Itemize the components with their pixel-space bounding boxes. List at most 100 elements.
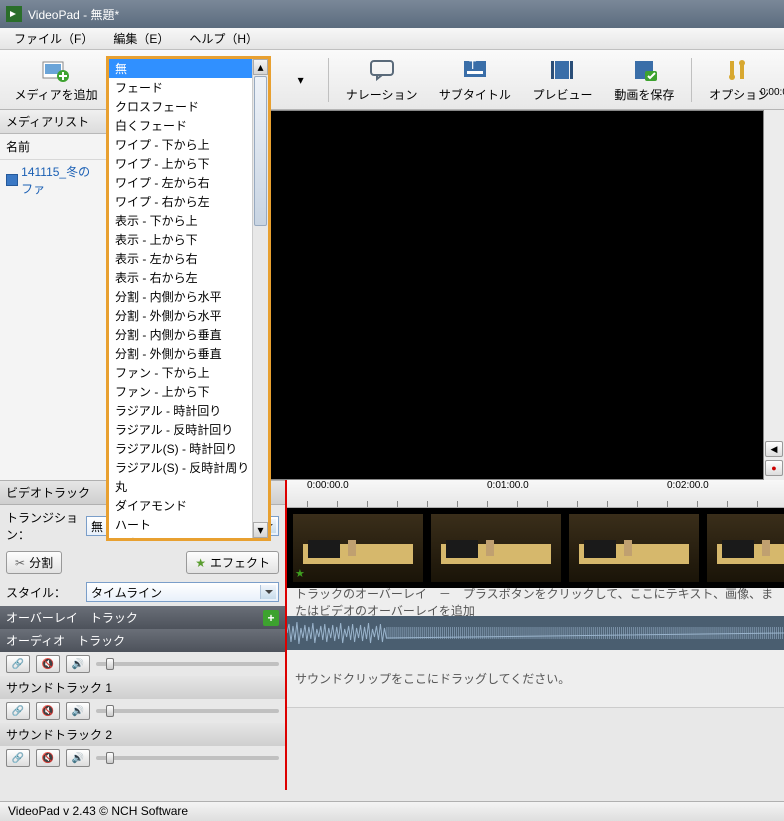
transition-option[interactable]: 表示 - 上から下: [109, 230, 252, 249]
volume-slider[interactable]: [96, 756, 279, 760]
add-media-icon: [40, 56, 72, 84]
transition-option[interactable]: ラジアル(S) - 時計回り: [109, 439, 252, 458]
app-icon: [6, 6, 22, 22]
video-clip-thumbnail[interactable]: [569, 514, 699, 582]
save-video-button[interactable]: 動画を保存: [605, 52, 683, 107]
scissors-icon: ✂: [15, 556, 25, 570]
overlay-track-lane[interactable]: トラックのオーバーレイ － プラスボタンをクリックして、ここにテキスト、画像、ま…: [287, 588, 784, 616]
tools-icon: [723, 56, 755, 84]
mute-button[interactable]: 🔇: [36, 655, 60, 673]
transition-option[interactable]: 分割 - 外側から垂直: [109, 344, 252, 363]
narration-button[interactable]: ナレーション: [337, 52, 426, 107]
mute-button[interactable]: 🔇: [36, 702, 60, 720]
effect-button[interactable]: ★ エフェクト: [186, 551, 279, 574]
video-clip-thumbnail[interactable]: [707, 514, 784, 582]
audio-track-controls: 🔗 🔇 🔊: [0, 652, 285, 676]
transition-option[interactable]: クロスフェード: [109, 97, 252, 116]
status-bar: VideoPad v 2.43 © NCH Software: [0, 801, 784, 821]
transition-option[interactable]: 分割 - 外側から水平: [109, 306, 252, 325]
video-clip-thumbnail[interactable]: [293, 514, 423, 582]
video-track-buttons: ✂ 分割 ★ エフェクト: [0, 547, 285, 578]
dropdown-scrollbar[interactable]: ▴ ▾: [252, 59, 268, 538]
preview-side-controls: 0:00:0 ◀ ●: [764, 110, 784, 480]
style-select[interactable]: タイムライン: [86, 582, 279, 602]
transition-option[interactable]: ファン - 上から下: [109, 382, 252, 401]
timeline-content: 0:00:00.0 0:01:00.0 0:02:00.0 トラックのオーバーレ…: [285, 480, 784, 790]
transition-option[interactable]: 表示 - 左から右: [109, 249, 252, 268]
menu-help[interactable]: ヘルプ（H）: [179, 28, 268, 49]
options-button[interactable]: オプション: [700, 52, 778, 107]
media-list-panel: メディアリスト 名前 141115_冬のファ: [0, 110, 107, 480]
volume-slider[interactable]: [96, 662, 279, 666]
record-button[interactable]: ●: [765, 460, 783, 476]
transition-dropdown-open: 無フェードクロスフェード白くフェードワイプ - 下から上ワイプ - 上から下ワイ…: [106, 56, 271, 541]
transition-option[interactable]: 分割 - 内側から水平: [109, 287, 252, 306]
save-check-icon: [628, 56, 660, 84]
prev-frame-button[interactable]: ◀: [765, 441, 783, 457]
mute-button[interactable]: 🔇: [36, 749, 60, 767]
media-item[interactable]: 141115_冬のファ: [0, 160, 106, 200]
transition-option[interactable]: 長方形: [109, 534, 252, 538]
overlay-track-header: オーバーレイ トラック +: [0, 606, 285, 629]
star-icon: ★: [195, 556, 206, 570]
transition-option[interactable]: ファン - 下から上: [109, 363, 252, 382]
ruler-tick-label: 0:01:00.0: [487, 480, 529, 491]
transition-option[interactable]: 白くフェード: [109, 116, 252, 135]
link-button[interactable]: 🔗: [6, 702, 30, 720]
sound-track-lane[interactable]: サウンドクリップをここにドラッグしてください。: [287, 650, 784, 708]
media-list-name-column[interactable]: 名前: [0, 134, 106, 160]
timeline-ruler[interactable]: 0:00:00.0 0:01:00.0 0:02:00.0: [287, 480, 784, 508]
split-button[interactable]: ✂ 分割: [6, 551, 62, 574]
transition-option[interactable]: フェード: [109, 78, 252, 97]
menu-file[interactable]: ファイル（F）: [4, 28, 103, 49]
toolbar-separator: [328, 58, 329, 102]
video-clip-thumbnail[interactable]: [431, 514, 561, 582]
video-file-icon: [6, 174, 18, 186]
transition-option[interactable]: ラジアル(S) - 反時計周り: [109, 458, 252, 477]
add-media-button[interactable]: メディアを追加: [6, 52, 106, 107]
video-track-lane[interactable]: [287, 508, 784, 588]
transition-option[interactable]: 分割 - 内側から垂直: [109, 325, 252, 344]
subtitle-button[interactable]: T サブタイトル: [430, 52, 519, 107]
transition-option[interactable]: ワイプ - 左から右: [109, 173, 252, 192]
transition-option[interactable]: 表示 - 下から上: [109, 211, 252, 230]
transition-label: トランジション：: [6, 509, 78, 543]
add-overlay-button[interactable]: +: [263, 610, 279, 626]
chevron-down-icon: [260, 585, 276, 599]
dropdown-chevron[interactable]: ▾: [281, 62, 320, 98]
preview-button[interactable]: プレビュー: [524, 52, 602, 107]
transition-option[interactable]: ワイプ - 上から下: [109, 154, 252, 173]
scroll-thumb[interactable]: [254, 76, 267, 226]
volume-slider[interactable]: [96, 709, 279, 713]
film-icon: [546, 56, 578, 84]
preview-end-time: 0:00:0: [756, 87, 784, 98]
window-title: VideoPad - 無題*: [28, 6, 119, 23]
transition-option[interactable]: 表示 - 右から左: [109, 268, 252, 287]
transition-option[interactable]: 丸: [109, 477, 252, 496]
style-label: スタイル：: [6, 584, 78, 601]
sound-track-1-controls: 🔗 🔇 🔊: [0, 699, 285, 723]
sound-track-1-header: サウンドトラック 1: [0, 676, 285, 699]
transition-option[interactable]: ワイプ - 右から左: [109, 192, 252, 211]
volume-icon-button[interactable]: 🔊: [66, 749, 90, 767]
transition-option[interactable]: ラジアル - 時計回り: [109, 401, 252, 420]
link-button[interactable]: 🔗: [6, 655, 30, 673]
window-titlebar: VideoPad - 無題*: [0, 0, 784, 28]
svg-text:T: T: [469, 59, 477, 72]
scroll-down-button[interactable]: ▾: [253, 522, 268, 538]
transition-option[interactable]: ワイプ - 下から上: [109, 135, 252, 154]
audio-track-lane[interactable]: [287, 616, 784, 650]
transition-option-list: 無フェードクロスフェード白くフェードワイプ - 下から上ワイプ - 上から下ワイ…: [109, 59, 252, 538]
scroll-up-button[interactable]: ▴: [253, 59, 268, 75]
audio-track-header: オーディオ トラック: [0, 629, 285, 652]
transition-option[interactable]: ハート: [109, 515, 252, 534]
transition-option[interactable]: ダイアモンド: [109, 496, 252, 515]
volume-icon-button[interactable]: 🔊: [66, 655, 90, 673]
transition-option[interactable]: 無: [109, 59, 252, 78]
transition-option[interactable]: ラジアル - 反時計回り: [109, 420, 252, 439]
volume-icon-button[interactable]: 🔊: [66, 702, 90, 720]
menu-edit[interactable]: 編集（E）: [103, 28, 179, 49]
ruler-tick-label: 0:02:00.0: [667, 480, 709, 491]
toolbar-separator: [691, 58, 692, 102]
link-button[interactable]: 🔗: [6, 749, 30, 767]
